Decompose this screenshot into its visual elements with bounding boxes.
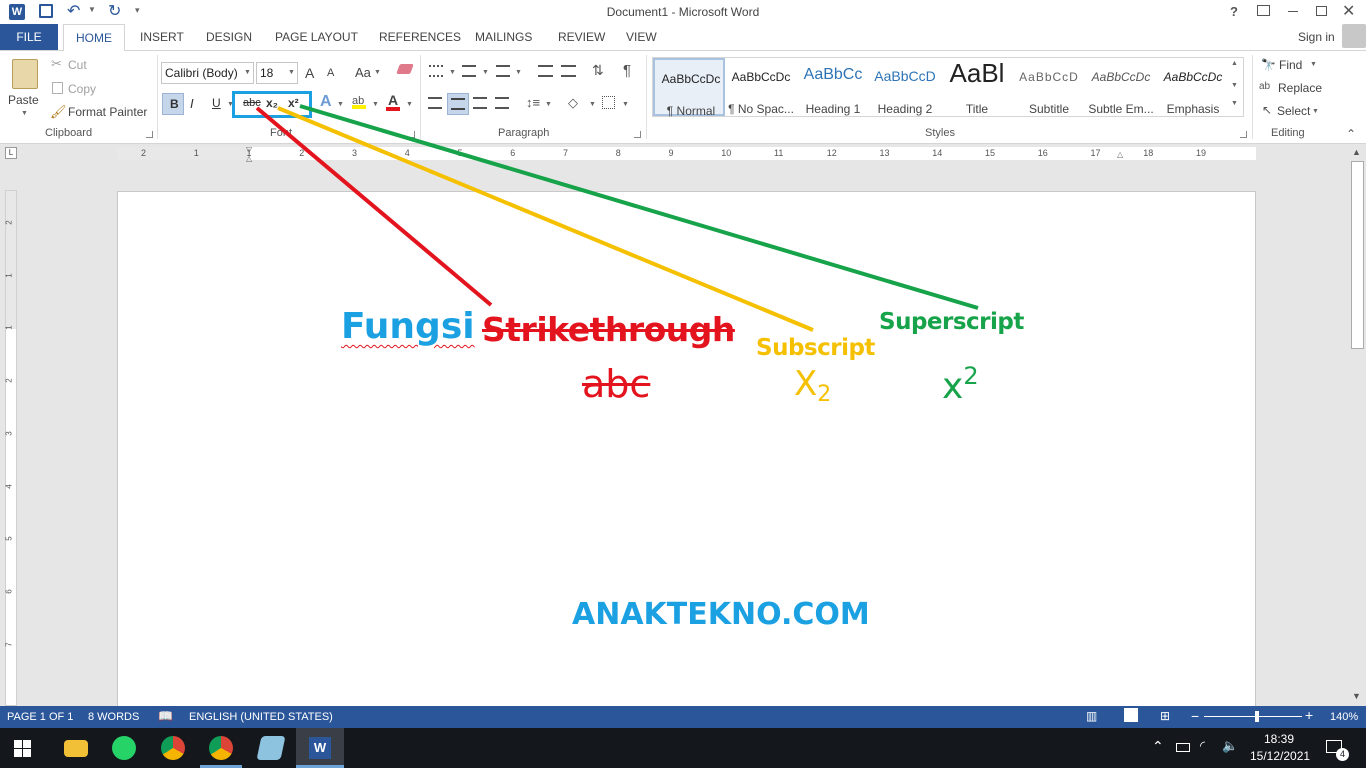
tab-home[interactable]: HOME [63, 24, 125, 51]
notification-count-badge: 4 [1336, 748, 1349, 761]
chrome-icon[interactable] [161, 736, 185, 760]
battery-icon[interactable] [1176, 743, 1190, 752]
zoom-out-icon[interactable]: − [1191, 708, 1199, 724]
show-hidden-icons[interactable]: ⌃ [1152, 738, 1164, 755]
page-count[interactable]: PAGE 1 OF 1 [7, 711, 73, 723]
green-pointer-line [299, 104, 979, 310]
language-indicator[interactable]: ENGLISH (UNITED STATES) [189, 711, 333, 723]
read-mode-icon[interactable]: ▥ [1086, 709, 1097, 723]
clock-date[interactable]: 15/12/2021 [1250, 749, 1310, 763]
notepad-icon[interactable] [256, 736, 286, 760]
start-icon[interactable] [14, 740, 31, 757]
red-pointer-line [255, 106, 493, 307]
taskbar: W ⌃ ◜ 🔈 18:39 15/12/2021 4 [0, 728, 1366, 768]
file-explorer-icon[interactable] [64, 740, 88, 757]
volume-icon[interactable]: 🔈 [1222, 738, 1238, 754]
wifi-icon[interactable]: ◜ [1200, 738, 1205, 754]
zoom-slider[interactable] [1204, 716, 1302, 717]
zoom-in-icon[interactable]: + [1305, 707, 1313, 723]
zoom-level[interactable]: 140% [1330, 711, 1358, 723]
web-layout-icon[interactable]: ⊞ [1160, 709, 1170, 723]
print-layout-icon[interactable] [1124, 708, 1138, 722]
zoom-slider-thumb[interactable] [1255, 711, 1259, 722]
yellow-pointer-line [277, 106, 814, 332]
chrome-profile-icon[interactable] [209, 736, 233, 760]
word-count[interactable]: 8 WORDS [88, 711, 139, 723]
status-bar: PAGE 1 OF 1 8 WORDS 📖 ENGLISH (UNITED ST… [0, 706, 1366, 728]
annotation-lines [255, 104, 979, 332]
proofing-icon[interactable]: 📖 [158, 709, 173, 723]
clock-time[interactable]: 18:39 [1264, 732, 1294, 746]
word-taskbar-icon: W [309, 737, 331, 759]
word-taskbar-button[interactable]: W [296, 728, 344, 768]
whatsapp-icon[interactable] [112, 736, 136, 760]
